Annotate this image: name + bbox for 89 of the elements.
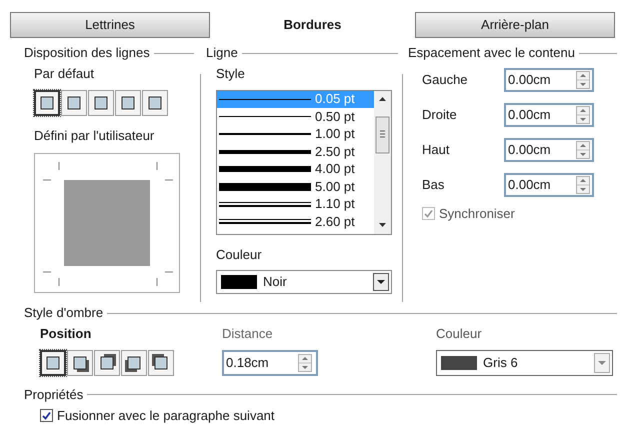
section-title: Ligne: [206, 44, 238, 62]
spin-icon[interactable]: [576, 106, 590, 124]
border-preview[interactable]: [34, 153, 180, 293]
shadow-position-button[interactable]: [94, 350, 120, 376]
line-style-item[interactable]: 5.00 pt: [217, 178, 374, 196]
checkbox-label: Synchroniser: [439, 205, 515, 223]
border-box-icon: [65, 94, 83, 112]
line-style-item[interactable]: 1.00 pt: [217, 126, 374, 143]
line-sample-icon: [219, 116, 311, 118]
section-title: Style d'ombre: [24, 304, 104, 322]
shadow-box-icon: [98, 354, 116, 372]
scrollbar[interactable]: [374, 90, 391, 234]
border-box-icon: [38, 94, 56, 112]
field-value: 0.00cm: [508, 141, 552, 160]
spin-field[interactable]: 0.00cm: [504, 103, 594, 127]
line-width-label: 2.60 pt: [315, 214, 355, 230]
line-style-item[interactable]: 2.50 pt: [217, 143, 374, 160]
field-label: Droite: [422, 106, 458, 124]
field-value: 0.00cm: [508, 71, 552, 90]
section-title: Espacement avec le contenu: [408, 44, 575, 62]
line-width-label: 4.00 pt: [315, 161, 355, 178]
field-value: 0.18cm: [226, 354, 270, 372]
line-width-label: 1.00 pt: [315, 126, 355, 142]
shadow-box-icon: [125, 354, 143, 372]
border-box-icon: [92, 94, 110, 112]
field-value: 0.00cm: [508, 176, 552, 194]
spin-field[interactable]: 0.00cm: [504, 173, 594, 197]
field-label: Style: [216, 65, 246, 83]
field-label: Bas: [422, 176, 446, 194]
line-style-list[interactable]: 0.05 pt 0.50 pt 1.00 pt 2.50 pt 4.00 pt 5.00 pt 1.10 pt 2.60 pt: [216, 90, 392, 234]
spin-field[interactable]: 0.18cm: [222, 350, 318, 376]
field-label: Distance: [222, 325, 274, 343]
line-width-label: 1.10 pt: [315, 196, 355, 212]
line-style-item[interactable]: 0.50 pt: [217, 108, 374, 126]
field-value: 0.00cm: [508, 106, 552, 124]
check-icon: [424, 209, 433, 218]
spin-field[interactable]: 0.00cm: [504, 138, 594, 162]
shadow-box-icon: [152, 354, 170, 372]
shadow-position-button[interactable]: [67, 350, 93, 376]
line-style-item[interactable]: 1.10 pt: [217, 196, 374, 213]
line-width-label: 5.00 pt: [315, 178, 355, 195]
spin-icon[interactable]: [576, 176, 590, 194]
checkbox[interactable]: [40, 408, 53, 422]
spin-icon[interactable]: [298, 354, 312, 372]
line-sample-icon: [219, 182, 311, 191]
line-sample-icon: [219, 166, 311, 172]
line-sample-icon: [219, 133, 311, 136]
section-title: Propriétés: [24, 386, 84, 404]
double-line-icon: [219, 202, 311, 207]
border-box-icon: [119, 94, 137, 112]
shadow-position-button[interactable]: [121, 350, 147, 376]
field-label: Position: [40, 325, 92, 343]
border-preset-button[interactable]: [142, 90, 168, 116]
border-preset-button[interactable]: [34, 90, 60, 116]
field-label: Couleur: [436, 325, 483, 343]
line-width-label: 0.05 pt: [315, 91, 355, 108]
border-preset-button[interactable]: [115, 90, 141, 116]
field-label: Gauche: [422, 71, 469, 90]
tab[interactable]: Lettrines: [10, 12, 210, 38]
field-label: Haut: [422, 141, 450, 160]
border-preset-button[interactable]: [61, 90, 87, 116]
section-title: Disposition des lignes: [24, 44, 150, 62]
color-dropdown[interactable]: Noir: [216, 270, 392, 294]
field-label: Couleur: [216, 246, 263, 264]
border-preset-button[interactable]: [88, 90, 114, 116]
corner-marks-icon: [41, 160, 175, 288]
shadow-box-icon: [71, 354, 89, 372]
checkbox-label: Fusionner avec le paragraphe suivant: [57, 406, 275, 425]
tab[interactable]: Arrière-plan: [415, 12, 615, 38]
color-dropdown[interactable]: Gris 6: [436, 350, 613, 376]
line-style-item[interactable]: 4.00 pt: [217, 160, 374, 178]
spin-icon[interactable]: [576, 141, 590, 159]
check-icon: [42, 410, 51, 420]
color-name: Gris 6: [483, 354, 519, 372]
spin-field[interactable]: 0.00cm: [504, 68, 594, 92]
line-style-item[interactable]: 2.60 pt: [217, 213, 374, 230]
spin-icon[interactable]: [576, 71, 590, 89]
field-label: Par défaut: [34, 65, 95, 83]
line-width-label: 2.50 pt: [315, 144, 355, 160]
shadow-position-button[interactable]: [148, 350, 174, 376]
line-width-label: 0.50 pt: [315, 108, 355, 125]
field-label: Défini par l'utilisateur: [34, 126, 156, 145]
shadow-box-icon: [44, 354, 62, 372]
border-box-icon: [146, 94, 164, 112]
line-sample-icon: [219, 150, 311, 154]
color-name: Noir: [263, 273, 288, 292]
double-line-icon: [219, 219, 311, 224]
line-sample-icon: [219, 98, 311, 100]
shadow-position-button[interactable]: [40, 350, 66, 376]
